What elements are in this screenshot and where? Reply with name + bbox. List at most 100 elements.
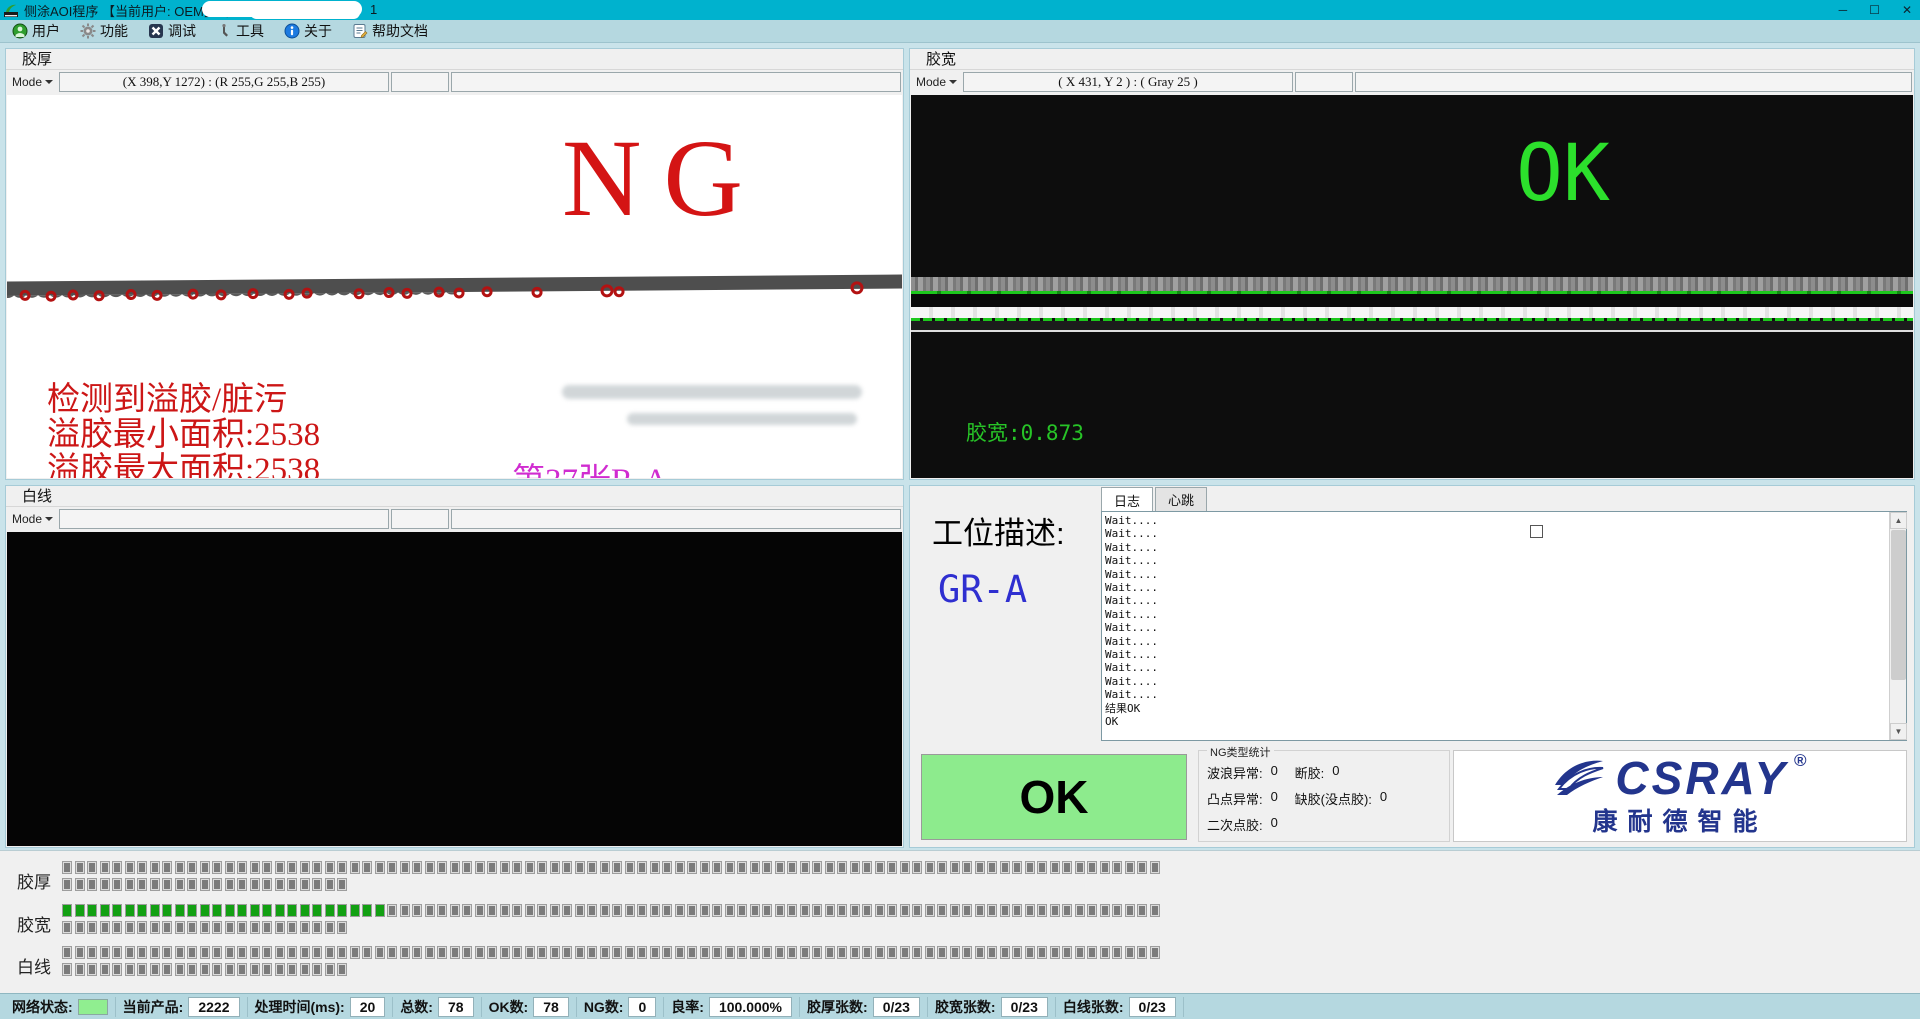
progress-square-empty [587, 904, 597, 917]
glue-thickness-image[interactable]: NG 检测到溢胶/脏污溢胶最小面积:2538溢胶最大面积:2538 第37张R-… [7, 95, 902, 478]
menu-item-help-doc[interactable]: 帮助文档 [346, 20, 442, 42]
progress-square-empty [925, 861, 935, 874]
log-line: Wait.... [1105, 581, 1886, 594]
progress-square-empty [1087, 861, 1097, 874]
progress-label: 胶厚 [17, 868, 51, 893]
progress-square-empty [137, 946, 147, 959]
defect-message: 检测到溢胶/脏污 [47, 383, 320, 418]
progress-square-empty [837, 861, 847, 874]
progress-square-empty [387, 861, 397, 874]
menu-item-gear[interactable]: 功能 [74, 20, 142, 42]
progress-square-empty [462, 904, 472, 917]
progress-square-empty [1150, 861, 1160, 874]
glue-width-image[interactable]: OK 胶宽:0.873 [911, 95, 1913, 478]
menu-item-about[interactable]: 关于 [278, 20, 346, 42]
progress-square-empty [1062, 861, 1072, 874]
progress-square-filled [300, 904, 310, 917]
log-checkbox[interactable] [1530, 525, 1543, 538]
progress-square-empty [1137, 946, 1147, 959]
progress-square-empty [175, 861, 185, 874]
progress-square-empty [712, 861, 722, 874]
window-title-tail: 1 [370, 2, 377, 17]
ng-stat: 断胶:0 [1295, 763, 1394, 782]
mode-dropdown[interactable]: Mode [8, 74, 57, 90]
info-box [451, 72, 901, 92]
progress-square-empty [112, 946, 122, 959]
progress-square-empty [637, 861, 647, 874]
progress-square-empty [312, 861, 322, 874]
progress-square-empty [250, 921, 260, 934]
progress-label: 胶宽 [17, 911, 51, 936]
menu-item-debug[interactable]: 调试 [142, 20, 210, 42]
defect-message: 溢胶最小面积:2538 [47, 418, 320, 453]
progress-square-empty [375, 861, 385, 874]
progress-square-empty [725, 946, 735, 959]
progress-square-empty [337, 861, 347, 874]
overall-result-button[interactable]: OK [921, 754, 1187, 840]
progress-square-empty [212, 878, 222, 891]
log-panel: Wait....Wait....Wait....Wait....Wait....… [1101, 511, 1907, 741]
progress-square-empty [850, 946, 860, 959]
progress-square-empty [287, 878, 297, 891]
status-bar: 网络状态: 当前产品:2222处理时间(ms):20总数:78OK数:78NG数… [0, 993, 1920, 1019]
progress-square-empty [1050, 861, 1060, 874]
progress-square-filled [62, 904, 72, 917]
progress-square-empty [862, 946, 872, 959]
chevron-down-icon [45, 517, 53, 521]
log-line: Wait.... [1105, 514, 1886, 527]
panel-title: 白线 [6, 486, 903, 507]
close-button[interactable]: ✕ [1902, 0, 1912, 20]
chevron-down-icon [45, 80, 53, 84]
progress-square-empty [662, 946, 672, 959]
progress-square-empty [237, 963, 247, 976]
tab-log[interactable]: 日志 [1101, 487, 1153, 512]
progress-square-empty [62, 963, 72, 976]
menu-item-user[interactable]: 用户 [6, 20, 74, 42]
progress-square-empty [112, 878, 122, 891]
log-scrollbar[interactable]: ▲ ▼ [1889, 512, 1906, 740]
progress-square-empty [237, 921, 247, 934]
progress-square-empty [925, 904, 935, 917]
minimize-button[interactable]: ─ [1839, 0, 1848, 20]
log-tabstrip: 日志心跳 [1101, 489, 1209, 511]
progress-square-empty [687, 904, 697, 917]
progress-square-empty [587, 946, 597, 959]
scroll-down-icon[interactable]: ▼ [1890, 723, 1907, 740]
scrollbar-thumb[interactable] [1891, 530, 1906, 680]
tab-heartbeat[interactable]: 心跳 [1155, 487, 1207, 511]
progress-square-empty [275, 946, 285, 959]
progress-square-empty [100, 861, 110, 874]
progress-square-empty [125, 921, 135, 934]
progress-square-empty [825, 946, 835, 959]
maximize-button[interactable]: ☐ [1869, 0, 1880, 20]
progress-square-empty [175, 963, 185, 976]
title-bar: 侧涂AOI程序 【当前用户: OEM】 编 1 ─ ☐ ✕ [0, 0, 1920, 20]
progress-square-empty [150, 963, 160, 976]
progress-square-empty [1075, 904, 1085, 917]
progress-square-empty [975, 861, 985, 874]
progress-square-empty [100, 878, 110, 891]
progress-square-empty [225, 946, 235, 959]
white-line-image[interactable] [7, 532, 902, 846]
scroll-up-icon[interactable]: ▲ [1890, 512, 1907, 529]
progress-square-empty [412, 946, 422, 959]
progress-square-empty [700, 904, 710, 917]
progress-square-empty [612, 946, 622, 959]
progress-square-empty [312, 878, 322, 891]
progress-square-empty [575, 861, 585, 874]
mode-dropdown[interactable]: Mode [8, 511, 57, 527]
progress-square-empty [337, 878, 347, 891]
progress-square-empty [712, 904, 722, 917]
status-field: 处理时间(ms):20 [248, 997, 394, 1017]
progress-square-empty [100, 921, 110, 934]
progress-square-empty [950, 904, 960, 917]
progress-square-empty [62, 878, 72, 891]
progress-square-empty [62, 921, 72, 934]
mode-dropdown[interactable]: Mode [912, 74, 961, 90]
log-lines: Wait....Wait....Wait....Wait....Wait....… [1105, 514, 1886, 738]
menu-item-tools[interactable]: 工具 [210, 20, 278, 42]
log-line: Wait.... [1105, 621, 1886, 634]
progress-square-empty [1000, 861, 1010, 874]
progress-square-filled [137, 904, 147, 917]
progress-square-empty [250, 878, 260, 891]
